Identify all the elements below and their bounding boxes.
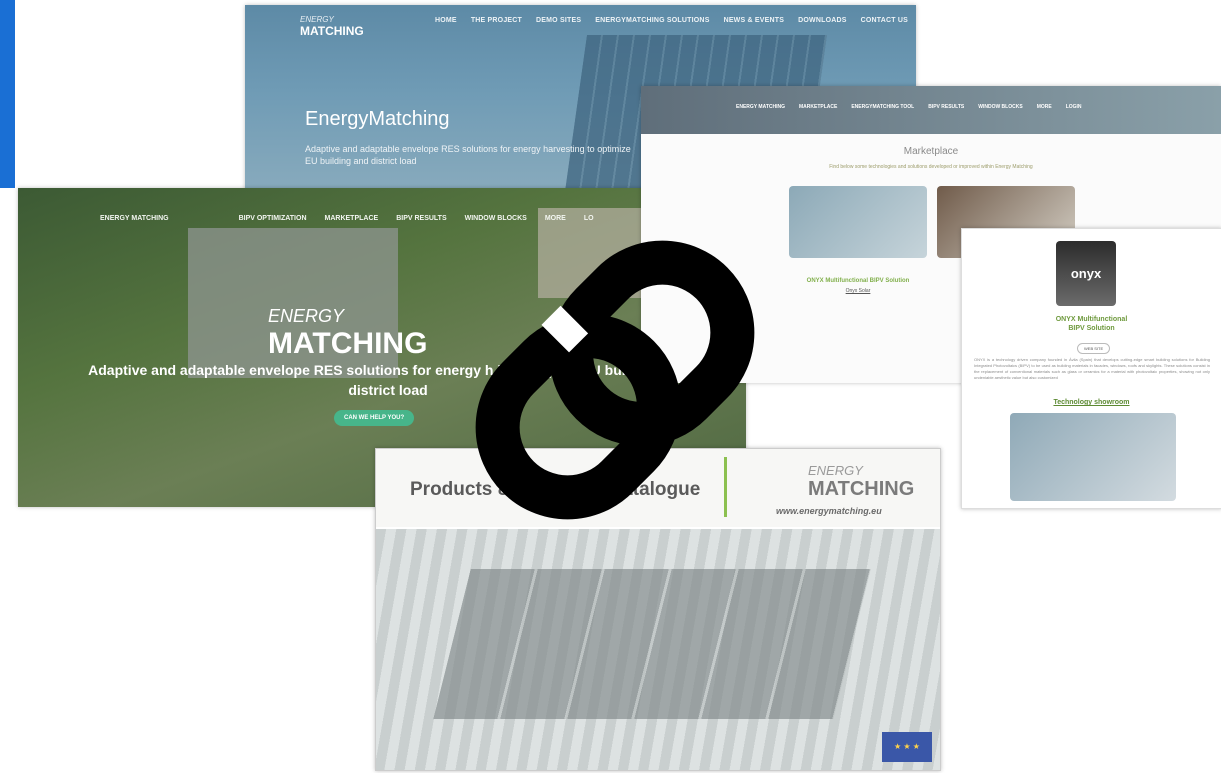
help-button[interactable]: CAN WE HELP YOU? — [334, 410, 415, 426]
site-nav: HOME THE PROJECT DEMO SITES ENERGYMATCHI… — [435, 17, 908, 24]
nav-more[interactable]: MORE — [1037, 104, 1052, 110]
product-card-company[interactable]: Onyx Solar — [789, 288, 927, 294]
website-button[interactable]: WEB SITE — [1077, 343, 1111, 354]
onyx-title: ONYX Multifunctional BIPV Solution — [962, 315, 1221, 333]
nav-news[interactable]: NEWS & EVENTS — [724, 17, 785, 24]
logo-top-text: ENERGY — [300, 15, 334, 24]
nav-home[interactable]: HOME — [435, 17, 457, 24]
nav-solutions[interactable]: ENERGYMATCHING SOLUTIONS — [595, 17, 709, 24]
nav-project[interactable]: THE PROJECT — [471, 17, 522, 24]
logo-top-text: ENERGY — [268, 306, 345, 326]
blue-accent-bar — [0, 0, 15, 188]
nav-window-blocks[interactable]: WINDOW BLOCKS — [978, 104, 1022, 110]
platform-brand[interactable]: ENERGY MATCHING — [100, 215, 169, 222]
nav-demo-sites[interactable]: DEMO SITES — [536, 17, 581, 24]
nav-brand[interactable]: ENERGY MATCHING — [736, 104, 785, 110]
logo-bottom-text: MATCHING — [808, 478, 915, 500]
eu-flag: ★ ★ ★ — [882, 732, 932, 762]
logo-bottom-text: MATCHING — [300, 24, 364, 38]
nav-marketplace[interactable]: MARKETPLACE — [799, 104, 837, 110]
solar-panels-photo — [433, 569, 871, 719]
chain-link-icon — [475, 240, 755, 520]
marketplace-header: ENERGY MATCHING MARKETPLACE ENERGYMATCHI… — [641, 86, 1221, 134]
marketplace-title: Marketplace — [903, 146, 959, 157]
nav-login[interactable]: LOGIN — [1066, 104, 1082, 110]
nav-contact[interactable]: CONTACT US — [861, 17, 908, 24]
nav-bipv-results[interactable]: BIPV RESULTS — [928, 104, 964, 110]
logo-top-text: ENERGY — [808, 463, 863, 478]
nav-tool[interactable]: ENERGYMATCHING TOOL — [851, 104, 914, 110]
site-title: EnergyMatching — [305, 108, 450, 130]
platform-logo: ENERGY MATCHING — [268, 306, 427, 361]
onyx-description: ONYX is a technology driven company foun… — [974, 357, 1210, 380]
onyx-logo: onyx — [1056, 241, 1116, 306]
nav-marketplace[interactable]: MARKETPLACE — [325, 215, 379, 222]
onyx-title-line2: BIPV Solution — [1068, 325, 1115, 332]
product-card-onyx[interactable] — [789, 186, 927, 258]
onyx-detail-screenshot: onyx ONYX Multifunctional BIPV Solution … — [961, 228, 1221, 509]
catalogue-logo: ENERGY MATCHING — [808, 463, 914, 501]
showroom-photo — [1010, 413, 1176, 501]
onyx-title-line1: ONYX Multifunctional — [1055, 316, 1128, 323]
product-card-label[interactable]: ONYX Multifunctional BIPV Solution — [789, 278, 927, 284]
logo-bottom-text: MATCHING — [268, 327, 428, 360]
site-logo: ENERGY MATCHING — [300, 15, 364, 38]
catalogue-url: www.energymatching.eu — [776, 506, 882, 516]
nav-bipv-optimization[interactable]: BIPV OPTIMIZATION — [239, 215, 307, 222]
nav-downloads[interactable]: DOWNLOADS — [798, 17, 846, 24]
site-subtitle: Adaptive and adaptable envelope RES solu… — [305, 144, 631, 166]
technology-showroom-link[interactable]: Technology showroom — [962, 399, 1221, 406]
marketplace-nav: ENERGY MATCHING MARKETPLACE ENERGYMATCHI… — [736, 104, 1082, 110]
marketplace-subtitle: Find below some technologies and solutio… — [829, 164, 1033, 170]
